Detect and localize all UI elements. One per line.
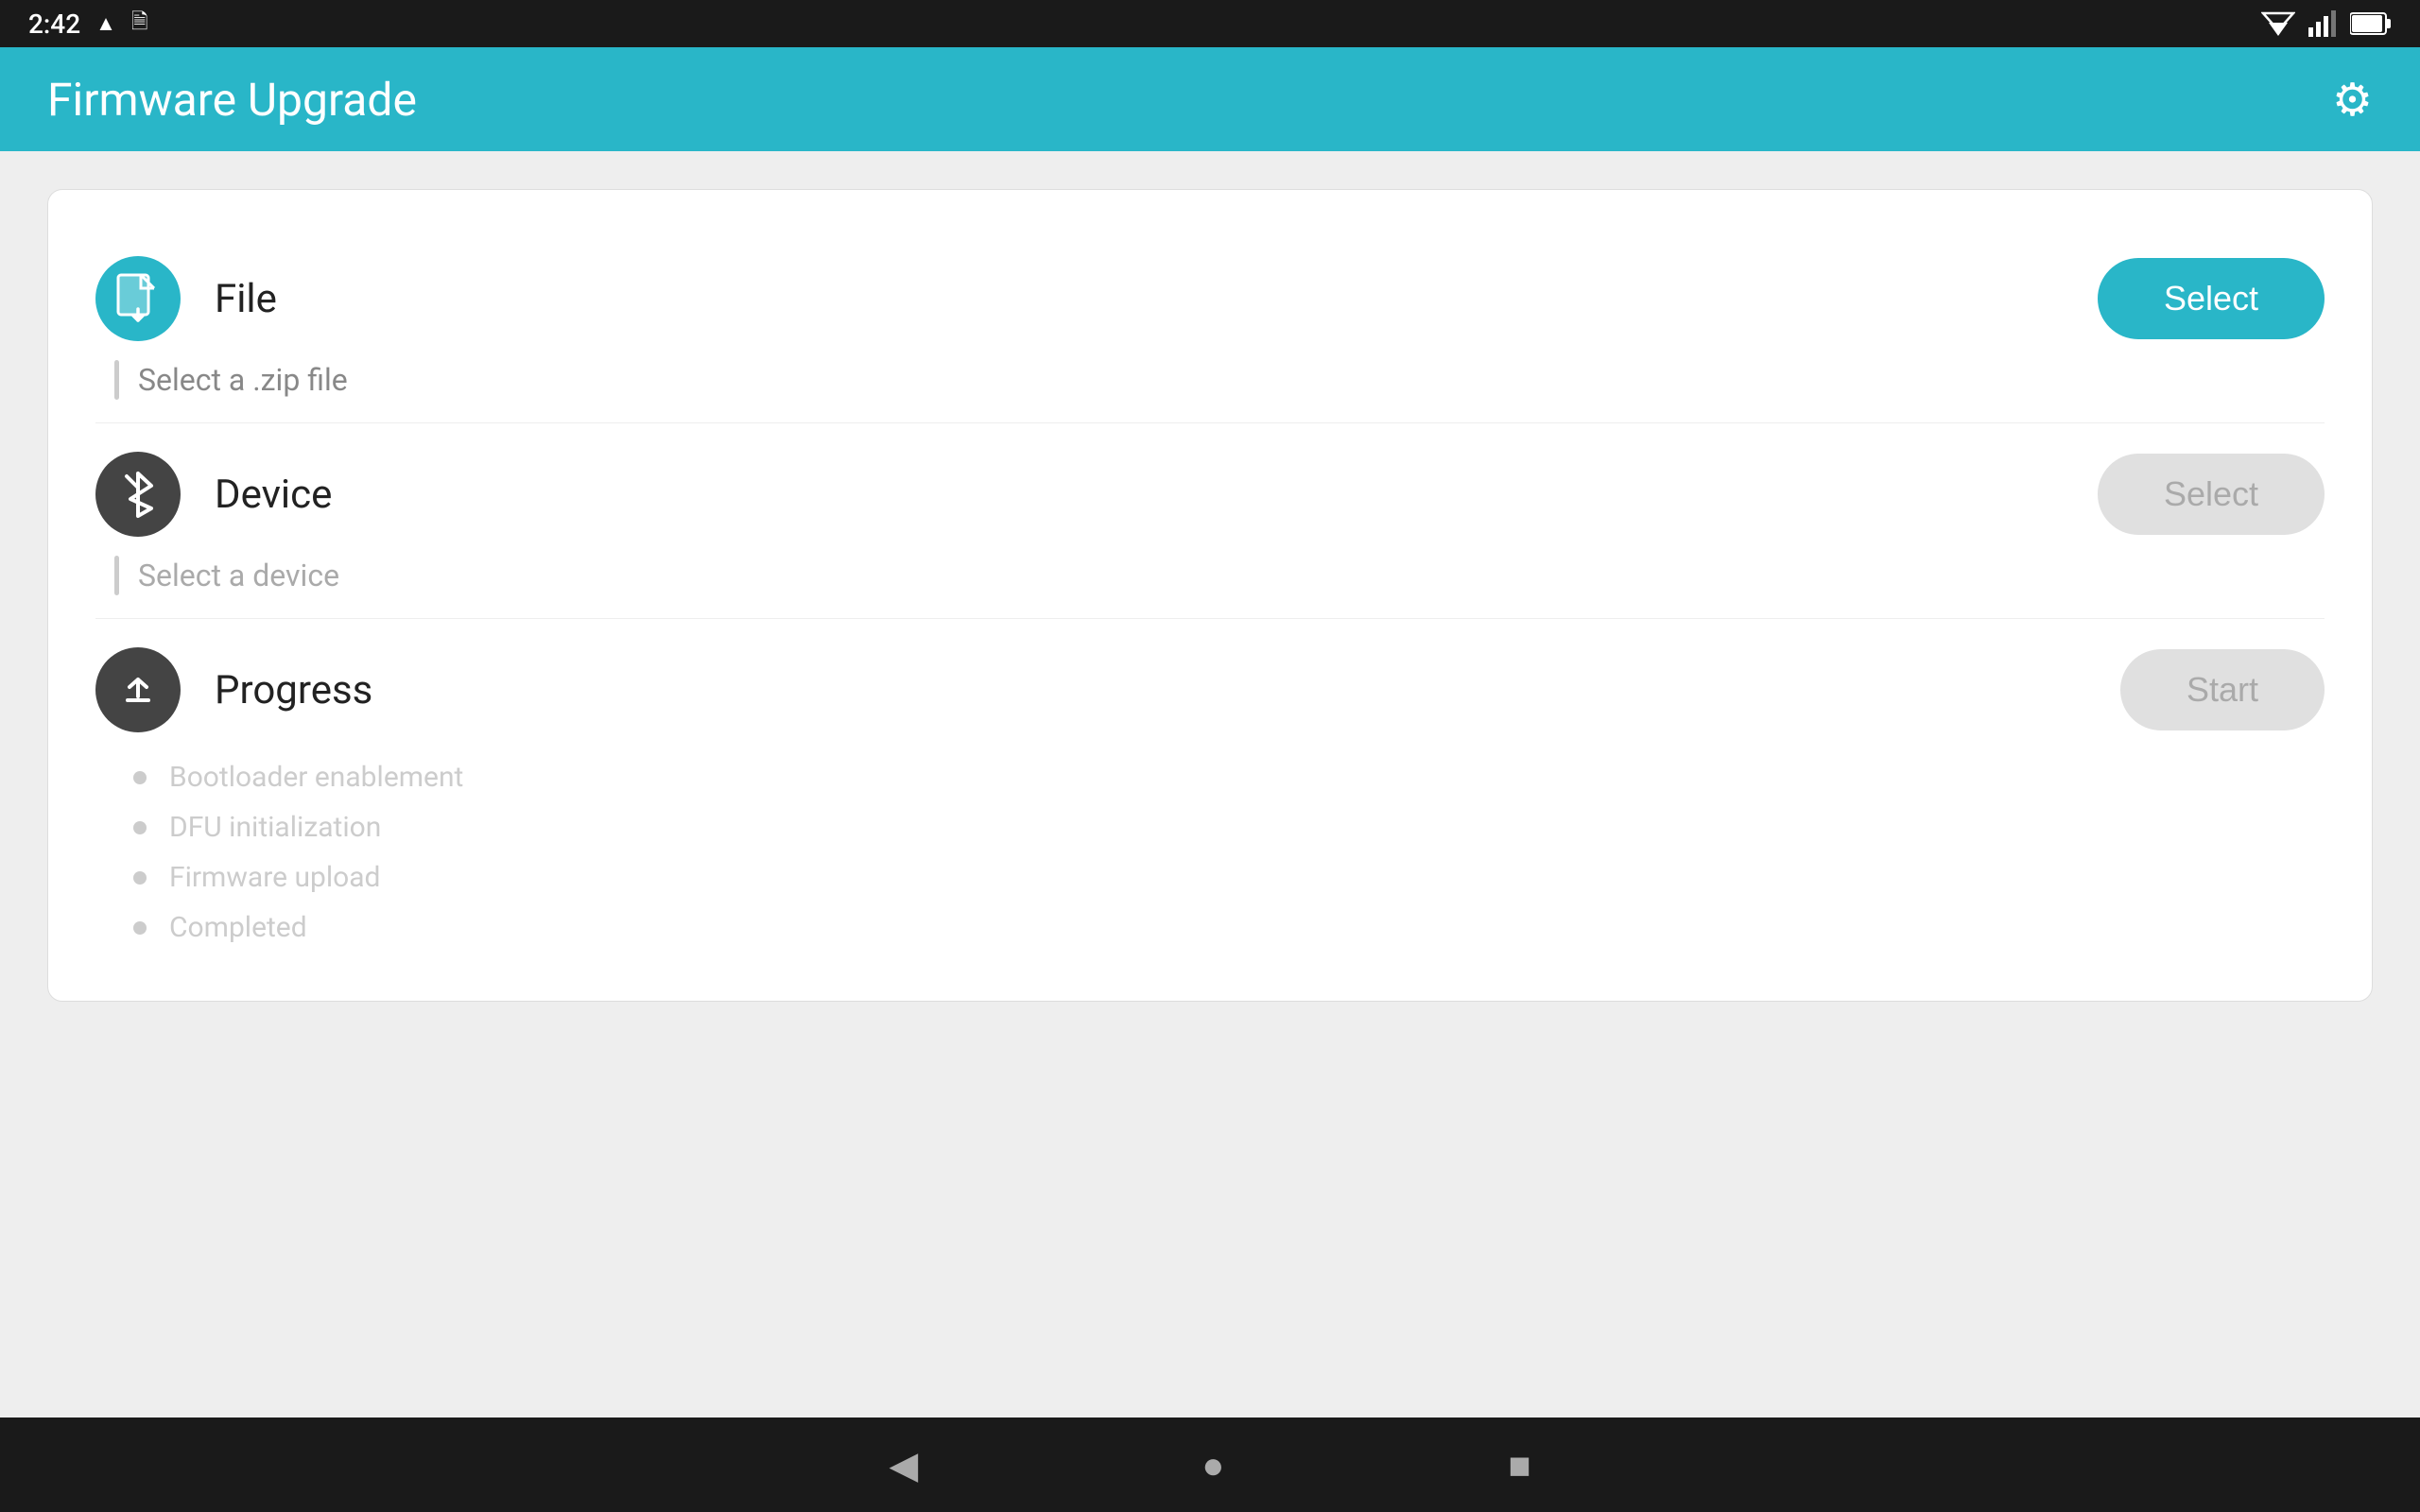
status-bar-left: 2:42 ▲ 🗎 [28, 6, 148, 42]
file-section-left: File [95, 256, 277, 341]
list-item: Completed [133, 911, 2325, 944]
start-button[interactable]: Start [2120, 649, 2325, 730]
progress-item-firmware: Firmware upload [169, 861, 380, 894]
bullet-1 [133, 771, 147, 784]
recent-button[interactable]: ■ [1508, 1443, 1530, 1487]
device-vertical-bar [114, 556, 119, 595]
progress-section-title: Progress [215, 667, 372, 713]
page-title: Firmware Upgrade [47, 73, 417, 127]
progress-items: Bootloader enablement DFU initialization… [95, 751, 2325, 963]
device-icon-circle [95, 452, 181, 537]
file-icon-circle [95, 256, 181, 341]
notification-icon: ▲ [95, 11, 116, 36]
battery-icon [2350, 11, 2392, 36]
settings-icon[interactable]: ⚙ [2332, 73, 2373, 127]
progress-item-dfu: DFU initialization [169, 811, 381, 844]
file-sub-label: Select a .zip file [138, 362, 348, 398]
device-section-title: Device [215, 472, 332, 518]
back-button[interactable]: ◀ [889, 1443, 918, 1487]
bullet-2 [133, 821, 147, 834]
device-sub-label: Select a device [138, 558, 339, 593]
home-button[interactable]: ● [1201, 1443, 1224, 1487]
list-item: DFU initialization [133, 811, 2325, 844]
progress-section-left: Progress [95, 647, 372, 732]
status-time: 2:42 [28, 9, 80, 40]
list-item: Bootloader enablement [133, 761, 2325, 794]
file-svg-icon [114, 273, 162, 325]
wifi-icon [2261, 9, 2295, 38]
bullet-4 [133, 921, 147, 935]
upgrade-card: File Select Select a .zip file Device Se… [47, 189, 2373, 1002]
bluetooth-icon [119, 469, 157, 521]
list-item: Firmware upload [133, 861, 2325, 894]
progress-item-bootloader: Bootloader enablement [169, 761, 463, 794]
file-section-title: File [215, 276, 277, 322]
status-bar-right [2261, 9, 2392, 38]
signal-icon [2308, 10, 2337, 37]
device-sub-label-row: Select a device [95, 556, 2325, 618]
upload-icon [114, 666, 162, 713]
bullet-3 [133, 871, 147, 885]
progress-icon-circle [95, 647, 181, 732]
file-select-button[interactable]: Select [2098, 258, 2325, 339]
toolbar: Firmware Upgrade ⚙ [0, 47, 2420, 151]
device-section-left: Device [95, 452, 332, 537]
main-content: File Select Select a .zip file Device Se… [0, 151, 2420, 1418]
file-vertical-bar [114, 360, 119, 400]
status-bar: 2:42 ▲ 🗎 [0, 0, 2420, 47]
device-select-button[interactable]: Select [2098, 454, 2325, 535]
progress-section-row: Progress Start [95, 619, 2325, 751]
file-sub-label-row: Select a .zip file [95, 360, 2325, 422]
nav-bar: ◀ ● ■ [0, 1418, 2420, 1512]
progress-item-completed: Completed [169, 911, 307, 944]
device-section-row: Device Select [95, 423, 2325, 556]
file-icon: 🗎 [131, 6, 148, 42]
file-section-row: File Select [95, 228, 2325, 360]
